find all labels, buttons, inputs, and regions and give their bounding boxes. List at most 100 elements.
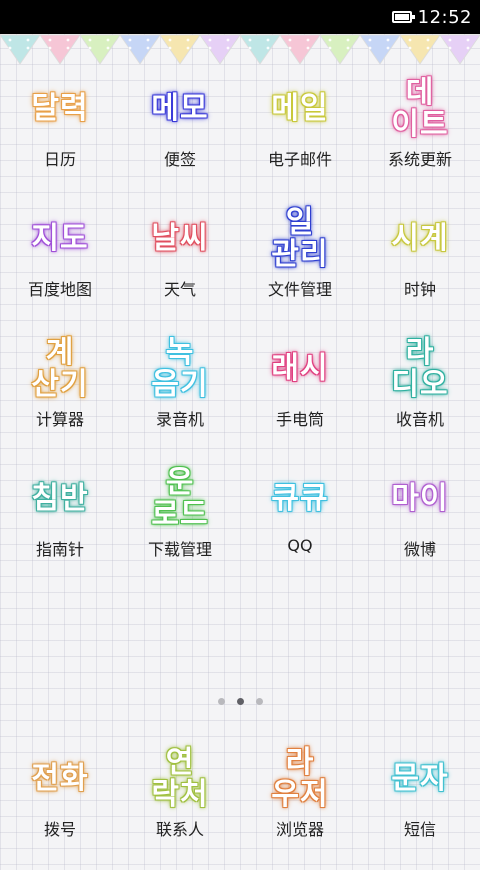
- bunting-dot: [8, 46, 12, 50]
- app-label: 下载管理: [147, 540, 212, 559]
- app-label: 拨号: [43, 820, 76, 839]
- bunting-flag: [0, 34, 41, 65]
- bunting-flag: [239, 34, 281, 65]
- bunting-dot: [408, 46, 412, 50]
- bunting-dot: [48, 46, 52, 50]
- app-glyph-icon: 데 이트: [360, 70, 480, 148]
- app-label: 联系人: [155, 820, 204, 839]
- bunting-flag: [319, 34, 361, 65]
- page-dot[interactable]: [236, 698, 244, 705]
- bunting-dot: [226, 46, 230, 50]
- app-label: 百度地图: [27, 280, 92, 299]
- status-bar: 12:52: [0, 0, 480, 34]
- bunting-dot: [208, 46, 212, 50]
- bunting-dot: [346, 46, 350, 50]
- app-icon-item[interactable]: 마이 微博: [360, 460, 480, 590]
- app-icon-item[interactable]: 계 산기 计算器: [0, 330, 120, 460]
- app-icon-item[interactable]: 메일 电子邮件: [240, 70, 360, 200]
- app-glyph-text: 데: [405, 75, 435, 110]
- app-glyph-text: 산기: [31, 367, 89, 402]
- app-icon-item[interactable]: 라 우저 浏览器: [240, 740, 360, 870]
- app-glyph-text: 전화: [31, 761, 89, 796]
- bunting-dot: [226, 38, 230, 42]
- app-icon-item[interactable]: 큐큐 QQ: [240, 460, 360, 590]
- app-glyph-text: 라: [285, 745, 315, 780]
- app-glyph-text: 이트: [391, 107, 449, 142]
- app-label: 手电筒: [275, 410, 324, 429]
- app-glyph-icon: 문자: [360, 740, 480, 818]
- app-glyph-icon: 날씨: [120, 200, 240, 278]
- bunting-flag: [79, 34, 121, 65]
- dock: 전화 拨号 연 락처 联系人 라 우저 浏览器 문자 短信: [0, 740, 480, 853]
- page-dot[interactable]: [217, 698, 225, 705]
- bunting-dot: [66, 46, 70, 50]
- app-icon-item[interactable]: 연 락처 联系人: [120, 740, 240, 870]
- app-icon-item[interactable]: 침반 指南针: [0, 460, 120, 590]
- bunting-dot: [288, 38, 292, 42]
- app-label: 短信: [403, 820, 436, 839]
- bunting-dot: [88, 38, 92, 42]
- app-glyph-icon: 운 로드: [120, 460, 240, 538]
- app-label: 日历: [43, 150, 76, 169]
- app-glyph-text: 문자: [391, 761, 449, 796]
- app-icon-item[interactable]: 달력 日历: [0, 70, 120, 200]
- bunting-dot: [408, 38, 412, 42]
- app-glyph-icon: 메일: [240, 70, 360, 148]
- app-glyph-icon: 라 디오: [360, 330, 480, 408]
- bunting-dot: [146, 38, 150, 42]
- bunting-dot: [386, 46, 390, 50]
- page-dot[interactable]: [255, 698, 263, 705]
- bunting-dot: [8, 38, 12, 42]
- app-glyph-icon: 계 산기: [0, 330, 120, 408]
- app-glyph-icon: 메모: [120, 70, 240, 148]
- bunting-dot: [248, 46, 252, 50]
- app-glyph-text: 계: [45, 335, 75, 370]
- app-label: QQ: [287, 536, 313, 555]
- app-icon-item[interactable]: 운 로드 下载管理: [120, 460, 240, 590]
- app-label: 时钟: [403, 280, 436, 299]
- bunting-dot: [266, 38, 270, 42]
- bunting-flag: [399, 34, 441, 65]
- app-icon-item[interactable]: 전화 拨号: [0, 740, 120, 870]
- app-icon-item[interactable]: 일 관리 文件管理: [240, 200, 360, 330]
- app-icon-item[interactable]: 녹 음기 录音机: [120, 330, 240, 460]
- app-glyph-text: 래시: [271, 351, 329, 386]
- bunting-dot: [26, 46, 30, 50]
- app-label: 便签: [163, 150, 196, 169]
- app-glyph-icon: 연 락처: [120, 740, 240, 818]
- app-glyph-text: 달력: [31, 91, 89, 126]
- app-icon-item[interactable]: 데 이트 系统更新: [360, 70, 480, 200]
- bunting-dot: [368, 46, 372, 50]
- app-glyph-text: 관리: [271, 237, 329, 272]
- app-icon-item[interactable]: 래시 手电筒: [240, 330, 360, 460]
- bunting-dot: [48, 38, 52, 42]
- bunting-flag: [39, 34, 81, 65]
- app-icon-item[interactable]: 라 디오 收音机: [360, 330, 480, 460]
- bunting-dot: [386, 38, 390, 42]
- app-label: 浏览器: [275, 820, 324, 839]
- app-icon-item[interactable]: 메모 便签: [120, 70, 240, 200]
- bunting-flag: [199, 34, 241, 65]
- app-glyph-text: 녹: [165, 335, 195, 370]
- app-glyph-text: 큐큐: [271, 481, 329, 516]
- bunting-dot: [66, 38, 70, 42]
- app-glyph-text: 지도: [31, 221, 89, 256]
- app-icon-item[interactable]: 날씨 天气: [120, 200, 240, 330]
- app-glyph-text: 메모: [151, 91, 209, 126]
- app-glyph-icon: 마이: [360, 460, 480, 538]
- app-icon-item[interactable]: 시계 时钟: [360, 200, 480, 330]
- app-glyph-text: 로드: [151, 497, 209, 532]
- app-icon-item[interactable]: 문자 短信: [360, 740, 480, 870]
- bunting-dot: [448, 38, 452, 42]
- bunting-dot: [106, 38, 110, 42]
- app-label: 天气: [163, 280, 196, 299]
- app-icon-item[interactable]: 지도 百度地图: [0, 200, 120, 330]
- bunting-dot: [208, 38, 212, 42]
- app-label: 指南针: [35, 540, 84, 559]
- bunting-dot: [426, 46, 430, 50]
- app-glyph-icon: 래시: [240, 330, 360, 408]
- bunting-flag: [119, 34, 161, 65]
- bunting-dot: [328, 46, 332, 50]
- bunting-dot: [146, 46, 150, 50]
- bunting-dot: [346, 38, 350, 42]
